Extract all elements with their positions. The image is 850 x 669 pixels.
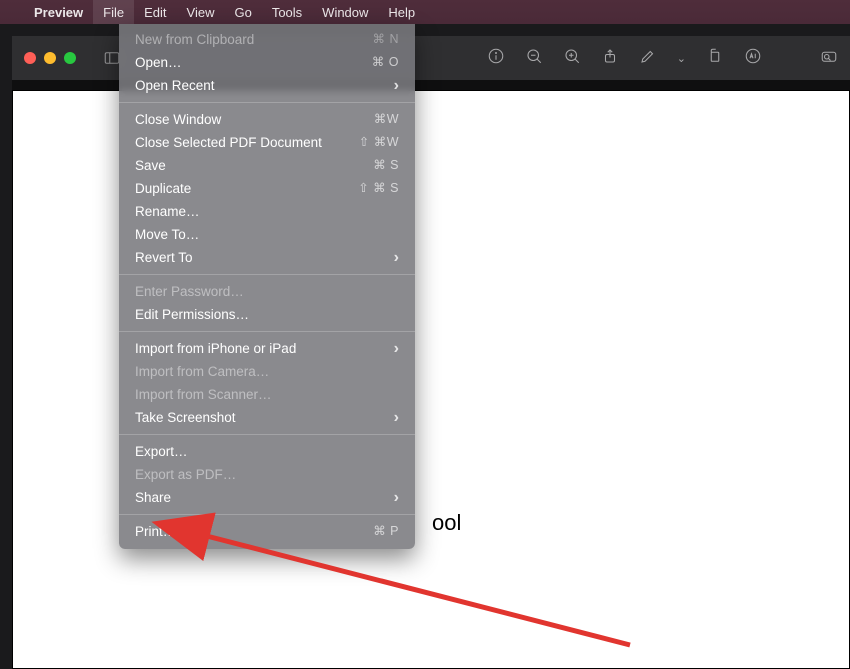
zoom-in-icon[interactable] <box>563 47 581 70</box>
menu-item[interactable]: Import from iPhone or iPad› <box>119 337 415 360</box>
app-name[interactable]: Preview <box>24 5 93 20</box>
menu-edit[interactable]: Edit <box>134 0 176 24</box>
file-menu-dropdown: New from Clipboard ⌘ N Open… ⌘ O Open Recent… <box>119 24 415 549</box>
document-text-fragment: ool <box>432 510 461 535</box>
menu-file[interactable]: File <box>93 0 134 24</box>
menu-separator <box>119 514 415 515</box>
menu-help[interactable]: Help <box>378 0 425 24</box>
menu-item-shortcut: ⌘ N <box>373 31 400 48</box>
menu-item-shortcut: ⇧ ⌘W <box>359 134 399 151</box>
menu-item[interactable]: Rename… <box>119 200 415 223</box>
menu-item-label: Import from Scanner… <box>135 386 272 403</box>
menu-item-label: Import from iPhone or iPad <box>135 340 296 357</box>
menu-item[interactable]: Print… ⌘ P <box>119 520 415 543</box>
menu-item-label: Export… <box>135 443 188 460</box>
minimize-window-button[interactable] <box>44 52 56 64</box>
menu-item-label: Close Window <box>135 111 221 128</box>
menu-separator <box>119 102 415 103</box>
zoom-window-button[interactable] <box>64 52 76 64</box>
menu-item-label: Save <box>135 157 166 174</box>
menu-separator <box>119 331 415 332</box>
system-menubar: Preview File Edit View Go Tools Window H… <box>0 0 850 24</box>
menu-item[interactable]: Revert To› <box>119 246 415 269</box>
menu-separator <box>119 434 415 435</box>
menu-item-label: Open… <box>135 54 182 71</box>
menu-item-label: Duplicate <box>135 180 191 197</box>
menu-go[interactable]: Go <box>224 0 261 24</box>
menu-item-shortcut: ⌘ O <box>372 54 399 71</box>
menu-item[interactable]: Move To… <box>119 223 415 246</box>
menu-item-shortcut: ⌘W <box>374 111 399 128</box>
window-controls <box>24 52 76 64</box>
menu-item: New from Clipboard ⌘ N <box>119 28 415 51</box>
menu-item[interactable]: Close Window ⌘W <box>119 108 415 131</box>
highlight-icon[interactable] <box>639 47 657 70</box>
menu-item: Import from Camera… <box>119 360 415 383</box>
share-icon[interactable] <box>601 47 619 70</box>
menu-item-label: Close Selected PDF Document <box>135 134 322 151</box>
close-window-button[interactable] <box>24 52 36 64</box>
menu-item-label: Print… <box>135 523 176 540</box>
toolbar-right: ⌄ <box>487 47 838 70</box>
menu-item[interactable]: Share› <box>119 486 415 509</box>
menu-item-label: Open Recent <box>135 77 215 94</box>
menu-item-label: New from Clipboard <box>135 31 254 48</box>
menu-item[interactable]: Save ⌘ S <box>119 154 415 177</box>
menu-item-label: Revert To <box>135 249 193 266</box>
menu-item[interactable]: Take Screenshot› <box>119 406 415 429</box>
menu-item[interactable]: Edit Permissions… <box>119 303 415 326</box>
menu-item-label: Rename… <box>135 203 200 220</box>
menu-item[interactable]: Duplicate ⇧ ⌘ S <box>119 177 415 200</box>
chevron-down-icon[interactable]: ⌄ <box>677 52 686 65</box>
menu-item[interactable]: Export… <box>119 440 415 463</box>
rotate-icon[interactable] <box>706 47 724 70</box>
menu-item-label: Take Screenshot <box>135 409 236 426</box>
menu-item-label: Enter Password… <box>135 283 244 300</box>
menu-item-shortcut: ⌘ P <box>373 523 399 540</box>
menu-item-label: Share <box>135 489 171 506</box>
menu-item-shortcut: ⌘ S <box>373 157 399 174</box>
menu-item-label: Move To… <box>135 226 199 243</box>
markup-icon[interactable] <box>744 47 762 70</box>
menu-item[interactable]: Close Selected PDF Document ⇧ ⌘W <box>119 131 415 154</box>
menu-item: Export as PDF… <box>119 463 415 486</box>
menu-item-label: Edit Permissions… <box>135 306 249 323</box>
menu-separator <box>119 274 415 275</box>
menu-item[interactable]: Open Recent› <box>119 74 415 97</box>
menu-item-label: Export as PDF… <box>135 466 236 483</box>
menu-item[interactable]: Open… ⌘ O <box>119 51 415 74</box>
menu-item: Import from Scanner… <box>119 383 415 406</box>
menu-window[interactable]: Window <box>312 0 378 24</box>
menu-item-label: Import from Camera… <box>135 363 269 380</box>
zoom-out-icon[interactable] <box>525 47 543 70</box>
menu-view[interactable]: View <box>177 0 225 24</box>
menu-item: Enter Password… <box>119 280 415 303</box>
menu-tools[interactable]: Tools <box>262 0 312 24</box>
search-icon[interactable] <box>820 47 838 70</box>
menu-item-shortcut: ⇧ ⌘ S <box>358 180 399 197</box>
info-icon[interactable] <box>487 47 505 70</box>
